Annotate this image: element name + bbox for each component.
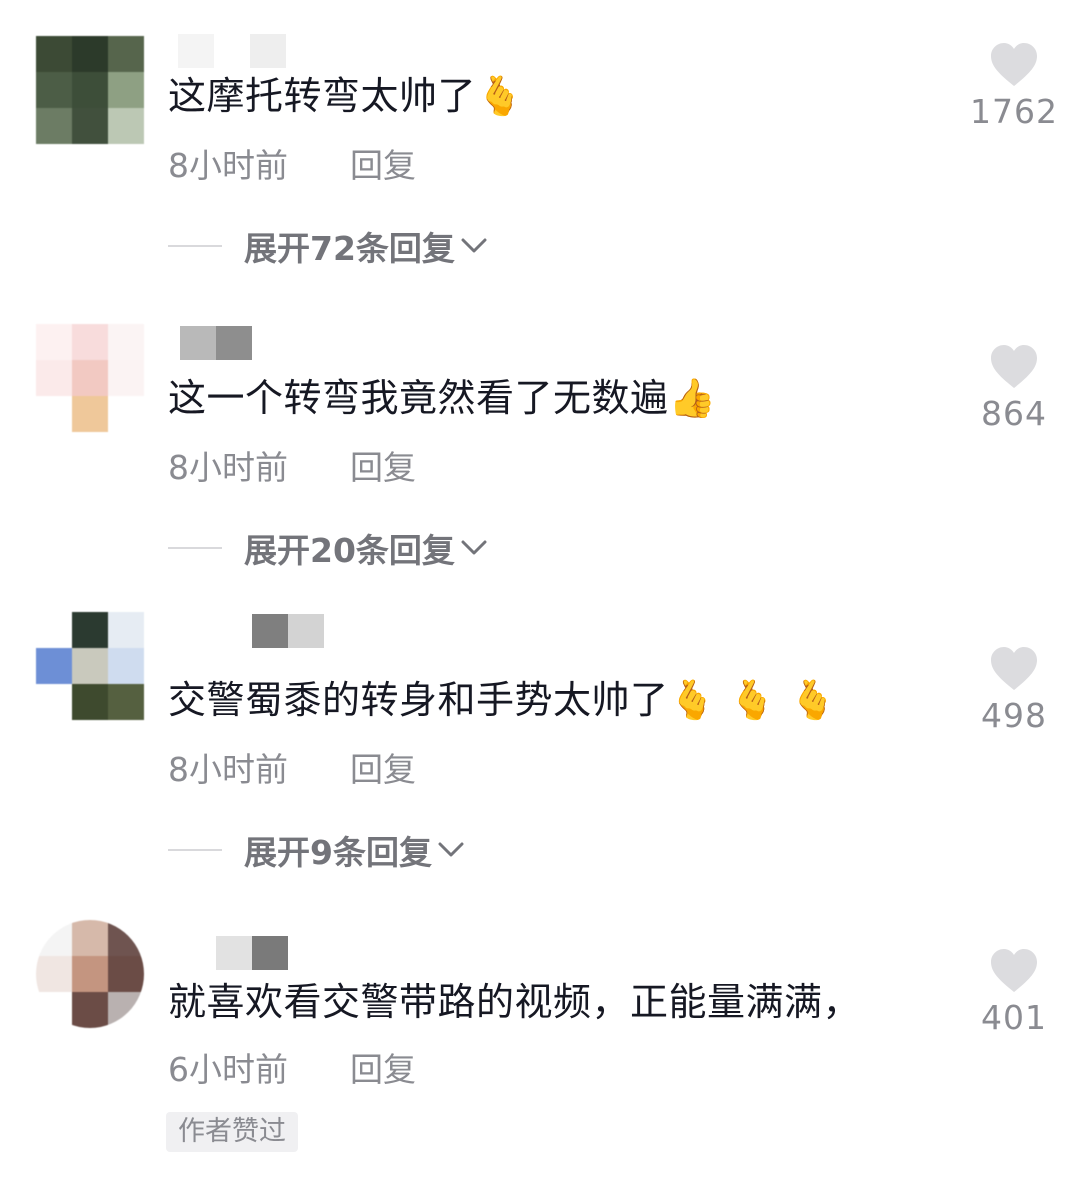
comment-text: 这摩托转弯太帅了🫰 (168, 74, 524, 118)
comment-text: 这一个转弯我竟然看了无数遍👍 (168, 376, 717, 420)
reply-button[interactable]: 回复 (350, 750, 416, 790)
finger-heart-emoji: 🫰 (476, 74, 524, 118)
reply-button[interactable]: 回复 (350, 1050, 416, 1090)
expand-replies-button[interactable]: 展开9条回复 (168, 830, 464, 872)
username[interactable] (178, 34, 286, 68)
comment-meta: 8小时前 回复 (168, 146, 416, 186)
expand-replies-label: 展开20条回复 (244, 531, 455, 570)
like-count: 401 (981, 998, 1047, 1037)
like-count: 498 (981, 696, 1047, 735)
comment-time: 6小时前 (168, 1050, 288, 1089)
comment-meta: 8小时前 回复 (168, 448, 416, 488)
like-count: 1762 (970, 92, 1058, 131)
avatar[interactable] (36, 324, 144, 432)
reply-button[interactable]: 回复 (350, 448, 416, 488)
username[interactable] (216, 936, 288, 970)
avatar[interactable] (36, 36, 144, 144)
expand-replies-label: 展开9条回复 (244, 833, 432, 872)
chevron-down-icon (461, 540, 487, 555)
divider-line (168, 849, 222, 851)
reply-button[interactable]: 回复 (350, 146, 416, 186)
heart-icon (991, 949, 1037, 992)
comment-time: 8小时前 (168, 146, 288, 185)
heart-icon (991, 345, 1037, 388)
divider-line (168, 547, 222, 549)
author-liked-badge: 作者赞过 (166, 1112, 298, 1152)
heart-icon (991, 647, 1037, 690)
comment-meta: 8小时前 回复 (168, 750, 416, 790)
like-count: 864 (981, 394, 1047, 433)
comment-text: 交警蜀黍的转身和手势太帅了🫰 🫰 🫰 (168, 678, 838, 722)
like-button[interactable]: 864 (962, 344, 1066, 434)
chevron-down-icon (461, 238, 487, 253)
comment-meta: 6小时前 回复 (168, 1050, 416, 1090)
like-button[interactable]: 498 (962, 646, 1066, 736)
comment-text: 就喜欢看交警带路的视频，正能量满满， (168, 980, 862, 1024)
expand-replies-label: 展开72条回复 (244, 229, 455, 268)
like-button[interactable]: 1762 (962, 42, 1066, 132)
like-button[interactable]: 401 (962, 948, 1066, 1038)
heart-icon (991, 43, 1037, 86)
comment-time: 8小时前 (168, 750, 288, 789)
comment-time: 8小时前 (168, 448, 288, 487)
finger-heart-emoji: 🫰 🫰 🫰 (668, 678, 838, 722)
avatar[interactable] (36, 920, 144, 1028)
divider-line (168, 245, 222, 247)
avatar[interactable] (36, 612, 144, 720)
expand-replies-button[interactable]: 展开20条回复 (168, 528, 487, 570)
username[interactable] (252, 614, 324, 648)
expand-replies-button[interactable]: 展开72条回复 (168, 226, 487, 268)
username[interactable] (180, 326, 252, 360)
thumbs-up-emoji: 👍 (668, 376, 717, 420)
chevron-down-icon (438, 842, 464, 857)
